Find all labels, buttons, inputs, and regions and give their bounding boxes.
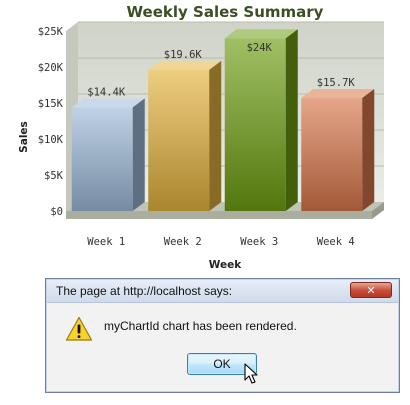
bar (148, 69, 210, 211)
chart-title: Weekly Sales Summary (127, 3, 324, 21)
data-label: $24K (247, 42, 273, 54)
mouse-pointer-icon (244, 363, 258, 384)
x-tick-label: Week 4 (317, 236, 355, 248)
y-tick-label: $5K (44, 170, 64, 182)
dialog-titlebar[interactable]: The page at http://localhost says: ✕ (47, 280, 398, 303)
dialog-title: The page at http://localhost says: (56, 284, 233, 298)
bar-side (362, 88, 375, 211)
x-tick-label: Week 3 (240, 236, 278, 248)
data-label: $15.7K (317, 77, 356, 89)
bar-side (285, 29, 298, 212)
x-axis-title: Week (209, 259, 242, 271)
data-label: $14.4K (87, 86, 126, 98)
y-tick-label: $10K (38, 134, 64, 146)
chart: Weekly Sales Summary $0 $5K $10K $15K $20K $2… (0, 0, 410, 272)
chart-svg: Weekly Sales Summary $0 $5K $10K $15K $20K $2… (18, 3, 384, 271)
y-tick-label: $25K (38, 26, 64, 38)
data-label: $19.6K (164, 49, 203, 61)
y-tick-label: $15K (38, 98, 64, 110)
bar-side (132, 98, 145, 211)
y-tick-label: $20K (38, 62, 64, 74)
bar-side (209, 60, 222, 211)
bar-top (224, 29, 298, 39)
bar (224, 38, 286, 212)
bar (301, 97, 363, 211)
close-button[interactable]: ✕ (350, 282, 392, 298)
bar-top (148, 60, 222, 70)
alert-dialog: The page at http://localhost says: ✕ myC… (45, 278, 400, 393)
x-tick-label: Week 1 (87, 236, 125, 248)
close-icon: ✕ (366, 283, 376, 297)
warning-icon (65, 316, 93, 341)
bar-top (301, 88, 375, 98)
bar-top (71, 98, 145, 108)
chart-floor-front (66, 211, 372, 219)
dialog-body: myChartId chart has been rendered. OK (47, 303, 398, 391)
x-tick-label: Week 2 (164, 236, 202, 248)
y-tick-label: $0 (50, 206, 63, 218)
y-axis-title: Sales (18, 121, 30, 153)
dialog-message: myChartId chart has been rendered. (104, 319, 297, 333)
bar (71, 107, 133, 211)
